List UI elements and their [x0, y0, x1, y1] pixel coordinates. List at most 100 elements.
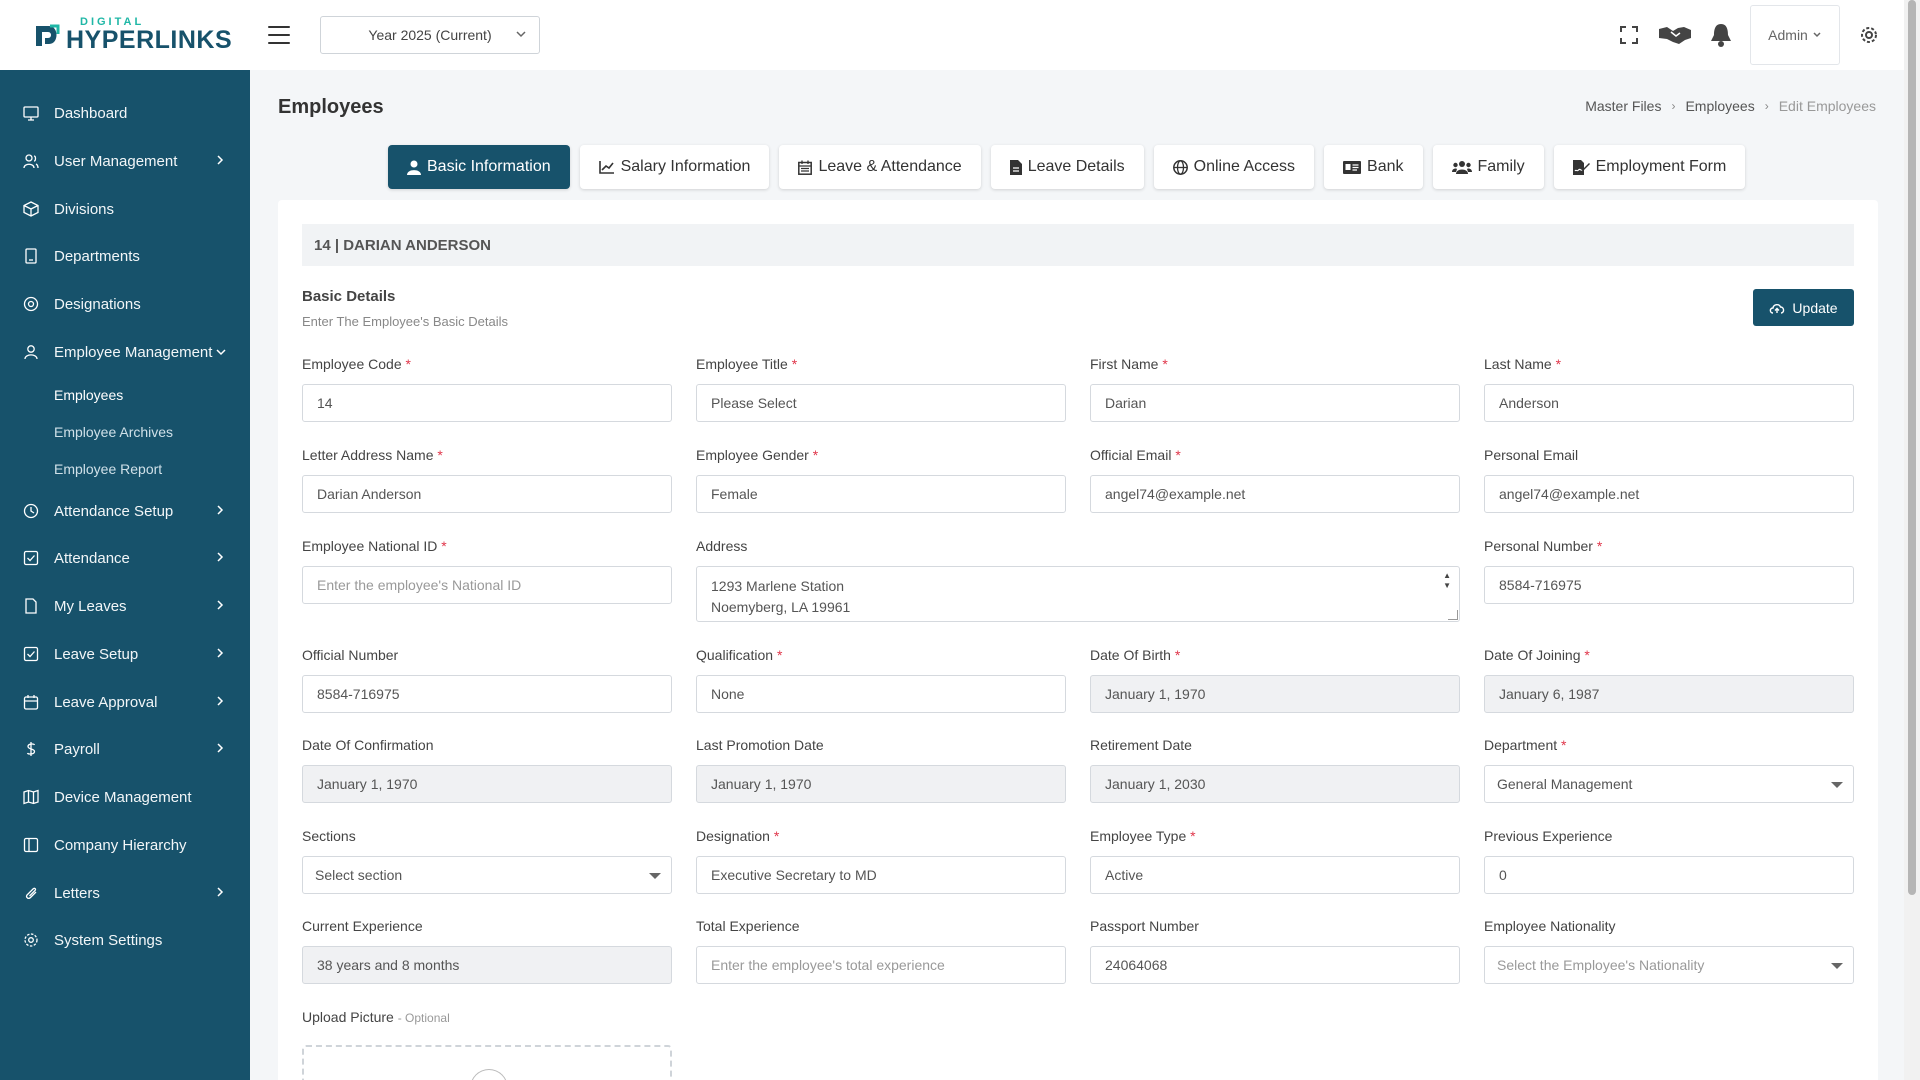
field-previous-experience: Previous Experience 0 — [1484, 827, 1854, 894]
cloud-upload-icon — [1770, 303, 1785, 314]
monitor-icon — [22, 104, 40, 122]
sidebar-item-system-settings[interactable]: System Settings — [0, 920, 250, 960]
chevron-right-icon — [217, 505, 224, 515]
sidebar-item-user-management[interactable]: User Management — [0, 141, 250, 181]
cloud-upload-icon — [470, 1069, 508, 1080]
tab-label: Basic Information — [427, 158, 551, 175]
tab-bar: Basic Information Salary Information Lea… — [388, 145, 1746, 189]
sidebar-item-letters[interactable]: Letters — [0, 873, 250, 913]
breadcrumb-separator-icon: › — [1671, 99, 1676, 113]
breadcrumb-employees[interactable]: Employees — [1685, 98, 1754, 114]
logo[interactable]: DIGITAL HYPERLINKS — [0, 0, 250, 70]
last-name-input[interactable]: Anderson — [1484, 384, 1854, 422]
sections-value: Select section — [315, 867, 403, 883]
employee-type-select[interactable]: Active — [1090, 856, 1460, 894]
retirement-date-input[interactable]: January 1, 2030 — [1090, 765, 1460, 803]
top-bar: DIGITAL HYPERLINKS Year 2025 (Current) A… — [0, 0, 1904, 70]
field-retirement-date: Retirement Date January 1, 2030 — [1090, 736, 1460, 803]
sidebar-item-company-hierarchy[interactable]: Company Hierarchy — [0, 825, 250, 865]
first-name-input[interactable]: Darian — [1090, 384, 1460, 422]
sidebar-item-label: Letters — [54, 884, 100, 902]
tab-family[interactable]: Family — [1432, 145, 1544, 189]
field-designation: Designation * Executive Secretary to MD — [696, 827, 1066, 894]
sidebar-subitem-employees[interactable]: Employees — [54, 383, 123, 407]
field-label: Employee Code — [302, 356, 402, 372]
sidebar-item-employee-management[interactable]: Employee Management — [0, 332, 250, 372]
sidebar-item-designations[interactable]: Designations — [0, 284, 250, 324]
sidebar-item-attendance-setup[interactable]: Attendance Setup — [0, 491, 250, 531]
field-first-name: First Name * Darian — [1090, 355, 1460, 422]
field-official-number: Official Number 8584-716975 — [302, 646, 672, 713]
admin-menu-button[interactable]: Admin — [1750, 5, 1840, 65]
field-date-of-joining: Date Of Joining * January 6, 1987 — [1484, 646, 1854, 713]
sidebar-item-payroll[interactable]: Payroll — [0, 729, 250, 769]
logo-bottom-text: HYPERLINKS — [66, 26, 233, 54]
sidebar-subitem-employee-report[interactable]: Employee Report — [54, 457, 162, 481]
sidebar-item-departments[interactable]: Departments — [0, 236, 250, 276]
employee-form-card: 14 | DARIAN ANDERSON Basic Details Enter… — [278, 200, 1878, 1080]
previous-experience-input[interactable]: 0 — [1484, 856, 1854, 894]
upload-picture-dropzone[interactable] — [302, 1045, 672, 1080]
official-number-input[interactable]: 8584-716975 — [302, 675, 672, 713]
total-experience-input[interactable]: Enter the employee's total experience — [696, 946, 1066, 984]
department-select[interactable]: General Management — [1484, 765, 1854, 803]
national-id-input[interactable]: Enter the employee's National ID — [302, 566, 672, 604]
tab-bank[interactable]: Bank — [1324, 145, 1423, 189]
letter-address-name-input[interactable]: Darian Anderson — [302, 475, 672, 513]
tab-leave-attendance[interactable]: Leave & Attendance — [779, 145, 981, 189]
field-upload-picture: Upload Picture - Optional — [302, 1008, 672, 1026]
target-icon — [22, 295, 40, 313]
sidebar-item-leave-approval[interactable]: Leave Approval — [0, 682, 250, 722]
personal-email-input[interactable]: angel74@example.net — [1484, 475, 1854, 513]
nationality-select[interactable]: Select the Employee's Nationality — [1484, 946, 1854, 984]
address-textarea[interactable]: 1293 Marlene Station Noemyberg, LA 19961… — [696, 566, 1460, 622]
sidebar-item-label: Dashboard — [54, 104, 128, 122]
passport-number-input[interactable]: 24064068 — [1090, 946, 1460, 984]
tab-basic-information[interactable]: Basic Information — [388, 145, 570, 189]
fullscreen-icon[interactable] — [1606, 12, 1652, 58]
date-of-confirmation-input[interactable]: January 1, 1970 — [302, 765, 672, 803]
department-value: General Management — [1497, 776, 1633, 792]
sidebar-item-label: Device Management — [54, 788, 192, 806]
bell-icon[interactable] — [1698, 12, 1744, 58]
date-of-joining-input[interactable]: January 6, 1987 — [1484, 675, 1854, 713]
resize-handle-icon[interactable] — [1448, 610, 1458, 620]
date-of-birth-input[interactable]: January 1, 1970 — [1090, 675, 1460, 713]
official-email-input[interactable]: angel74@example.net — [1090, 475, 1460, 513]
field-label: Total Experience — [696, 918, 800, 934]
textarea-scroll-arrows-icon[interactable]: ▲ ▼ — [1443, 571, 1451, 591]
chevron-right-icon — [217, 696, 224, 706]
sections-select[interactable]: Select section — [302, 856, 672, 894]
year-select[interactable]: Year 2025 (Current) — [320, 16, 540, 54]
last-promotion-date-input[interactable]: January 1, 1970 — [696, 765, 1066, 803]
sidebar-item-attendance[interactable]: Attendance — [0, 538, 250, 578]
field-label: Employee Title — [696, 356, 788, 372]
sidebar-item-leave-setup[interactable]: Leave Setup — [0, 634, 250, 674]
sidebar-item-my-leaves[interactable]: My Leaves — [0, 586, 250, 626]
breadcrumb-master-files[interactable]: Master Files — [1585, 98, 1661, 114]
sidebar-subitem-employee-archives[interactable]: Employee Archives — [54, 420, 173, 444]
sidebar-item-label: Employee Management — [54, 343, 213, 361]
update-button[interactable]: Update — [1753, 289, 1854, 326]
employee-title-select[interactable]: Please Select — [696, 384, 1066, 422]
designation-select[interactable]: Executive Secretary to MD — [696, 856, 1066, 894]
handshake-icon[interactable] — [1652, 12, 1698, 58]
scrollbar-thumb[interactable] — [1908, 0, 1916, 895]
tab-leave-details[interactable]: Leave Details — [990, 145, 1144, 189]
employee-code-input[interactable]: 14 — [302, 384, 672, 422]
gear-icon[interactable] — [1846, 12, 1892, 58]
tab-online-access[interactable]: Online Access — [1153, 145, 1315, 189]
sidebar-item-device-management[interactable]: Device Management — [0, 777, 250, 817]
sidebar-item-divisions[interactable]: Divisions — [0, 189, 250, 229]
tab-employment-form[interactable]: Employment Form — [1553, 145, 1746, 189]
field-employee-type: Employee Type * Active — [1090, 827, 1460, 894]
field-label: Last Promotion Date — [696, 737, 824, 753]
qualification-select[interactable]: None — [696, 675, 1066, 713]
tab-salary-information[interactable]: Salary Information — [579, 145, 770, 189]
sidebar-item-dashboard[interactable]: Dashboard — [0, 93, 250, 133]
personal-number-input[interactable]: 8584-716975 — [1484, 566, 1854, 604]
page-scrollbar[interactable] — [1904, 0, 1920, 1080]
employee-gender-select[interactable]: Female — [696, 475, 1066, 513]
current-experience-input[interactable]: 38 years and 8 months — [302, 946, 672, 984]
menu-toggle-icon[interactable] — [268, 26, 290, 44]
